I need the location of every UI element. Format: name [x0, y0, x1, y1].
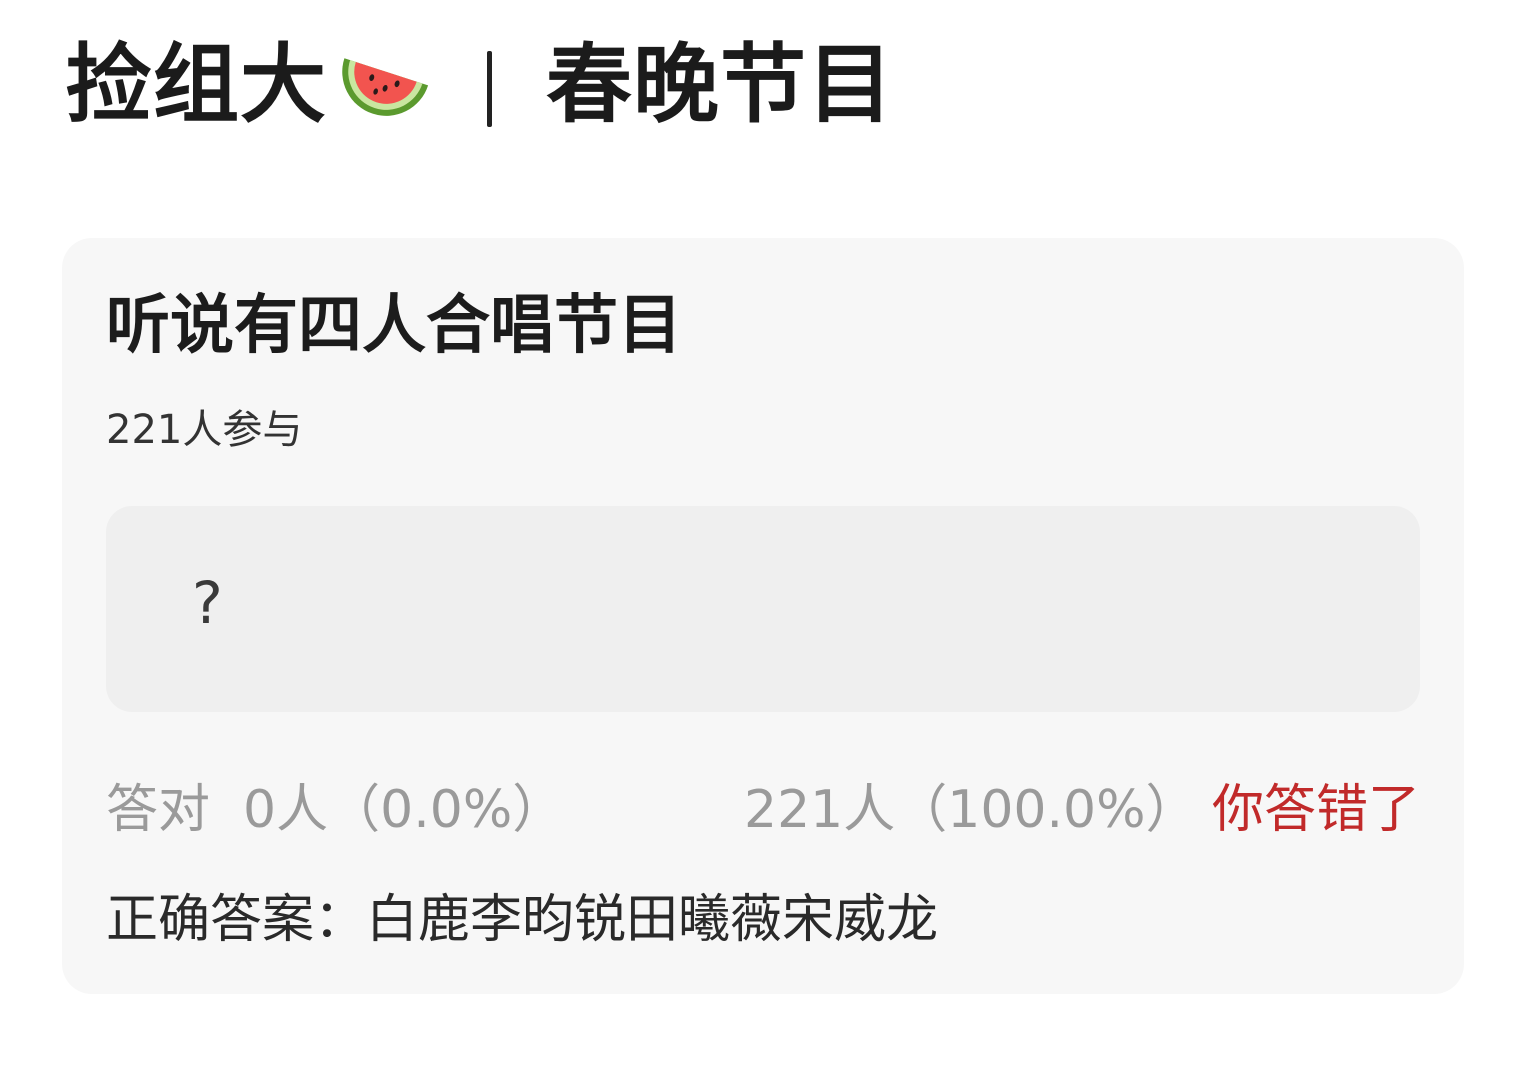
quiz-card: 听说有四人合唱节目 221人参与 ? 答对 0人（0.0%） 221人（100.… [62, 238, 1464, 994]
participants-count: 221人参与 [106, 407, 303, 453]
question-title: 听说有四人合唱节目 [106, 289, 682, 363]
section-title: 春晚节目 [546, 35, 894, 135]
page-header: 捡组大 春晚节目 [66, 30, 894, 140]
watermelon-icon [342, 58, 429, 116]
quiz-option[interactable]: ? [106, 506, 1420, 712]
correct-stat: 答对 0人（0.0%） [106, 780, 565, 840]
option-text: ? [192, 569, 223, 637]
wrong-stat: 221人（100.0%） [744, 780, 1198, 840]
page-title: 捡组大 [66, 35, 327, 135]
stats-row: 答对 0人（0.0%） 221人（100.0%） 你答错了 [106, 784, 1420, 844]
correct-answer: 正确答案：白鹿李昀锐田曦薇宋威龙 [106, 890, 939, 950]
result-badge: 你答错了 [1211, 780, 1420, 840]
header-divider [487, 51, 492, 127]
